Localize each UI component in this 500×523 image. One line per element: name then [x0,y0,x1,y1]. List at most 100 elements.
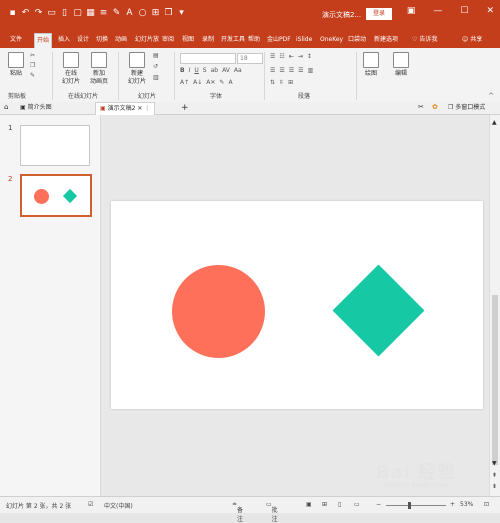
tab-islide[interactable]: iSlide [294,33,314,47]
new-anim-page-button[interactable]: 新加 动画页 [86,52,112,86]
tab-record[interactable]: 录制 [200,33,216,47]
increase-indent-icon[interactable]: ⇥ [298,53,303,60]
home-icon[interactable]: ⌂ [4,103,8,111]
strikethrough-icon[interactable]: S [203,67,207,74]
doc-tab-intro[interactable]: ▣ 简介头图 [16,102,56,114]
decrease-indent-icon[interactable]: ⇤ [289,53,294,60]
diamond-shape[interactable] [332,264,425,357]
fit-slide-icon[interactable]: ⊡ [484,501,489,508]
change-case-icon[interactable]: Aa [234,67,242,74]
align-right-icon[interactable]: ☰ [289,67,294,74]
tab-developer[interactable]: 开发工具 [219,33,247,47]
notes-button[interactable]: ≐ 备注 [232,501,243,523]
scroll-up-icon[interactable]: ▲ [492,119,497,126]
char-spacing-icon[interactable]: AV [222,67,230,74]
next-slide-icon[interactable]: ⇟ [492,483,497,490]
collapse-ribbon-icon[interactable]: ^ [488,92,494,100]
tab-home[interactable]: 开始 [34,33,53,48]
italic-icon[interactable]: I [189,67,191,74]
layout-icon[interactable]: ▤ [153,52,159,59]
comments-button[interactable]: ▭ 批注 [266,501,278,523]
tab-review[interactable]: 审阅 [160,33,176,47]
maximize-icon[interactable]: ☐ [460,6,468,16]
tab-file[interactable]: 文件 [8,33,24,47]
font-name-field[interactable] [180,53,236,64]
sorter-view-icon[interactable]: ⊞ [322,501,327,508]
tab-onekey[interactable]: OneKey [318,33,345,47]
language-label[interactable]: 中文(中国) [104,501,133,510]
reset-icon[interactable]: ↺ [153,63,159,70]
current-slide[interactable] [111,201,483,409]
align-icon[interactable]: ≡ [99,7,108,19]
tab-new-options[interactable]: 新建选项 [372,33,400,47]
columns-icon[interactable]: ▥ [308,67,314,74]
tab-help[interactable]: 帮助 [246,33,262,47]
close-tab-icon[interactable]: ✕ ⋮ [137,105,150,112]
zoom-out-icon[interactable]: − [376,501,381,508]
ribbon-display-icon[interactable]: ▣ [407,6,416,16]
normal-view-icon[interactable]: ▣ [306,501,312,508]
pen-icon[interactable]: ✎ [112,7,121,19]
thumbnail-slide-1[interactable] [20,125,90,166]
text-direction-icon[interactable]: ⇅ [270,79,275,86]
highlight-icon[interactable]: ✎ [219,79,224,86]
vertical-scrollbar[interactable]: ▲ ▼ ⇞ ⇟ [489,115,500,496]
drawing-button[interactable]: 绘图 [360,52,382,78]
tab-animations[interactable]: 动画 [113,33,129,47]
align-text-icon[interactable]: ⇳ [279,79,284,86]
line-spacing-icon[interactable]: ↕ [307,53,312,60]
table-icon[interactable]: ▦ [86,7,95,19]
online-slides-button[interactable]: 在线 幻灯片 [58,52,84,86]
tab-kingsoft-pdf[interactable]: 金山PDF [265,33,293,47]
prev-slide-icon[interactable]: ⇞ [492,472,497,479]
pin-icon[interactable]: ✂ [418,103,424,111]
copy-icon[interactable]: ❐ [164,7,173,19]
shrink-font-icon[interactable]: A↓ [193,79,202,86]
spellcheck-icon[interactable]: ☑ [88,501,93,508]
bold-icon[interactable]: B [180,67,185,74]
tab-transitions[interactable]: 切换 [94,33,110,47]
zoom-slider-thumb[interactable] [408,502,411,509]
justify-icon[interactable]: ☰ [298,67,303,74]
clear-format-icon[interactable]: A✕ [206,79,215,86]
doc-tab-presentation2[interactable]: ▣ 演示文稿2 ✕ ⋮ [95,102,156,115]
paste-button[interactable]: 粘贴 [6,52,26,78]
zoom-level[interactable]: 53% [460,501,473,508]
more-icon[interactable]: ▾ [177,7,186,19]
smartart-icon[interactable]: ⊞ [288,79,293,86]
font-size-field[interactable]: 18 [237,53,263,64]
tell-me-search[interactable]: ♡ 告诉我 [410,33,439,47]
circle-shape[interactable] [172,265,265,358]
undo-icon[interactable]: ↶ [21,7,30,19]
align-left-icon[interactable]: ☰ [270,67,275,74]
font-color-icon[interactable]: A [228,79,232,86]
tab-design[interactable]: 设计 [75,33,91,47]
tab-slideshow[interactable]: 幻灯片放 [133,33,161,47]
save-icon[interactable]: ▪ [8,7,17,19]
align-center-icon[interactable]: ☰ [279,67,284,74]
share-button[interactable]: ☺ 共享 [460,33,484,47]
grow-font-icon[interactable]: A↑ [180,79,189,86]
reading-view-icon[interactable]: ▯ [338,501,341,508]
scroll-down-icon[interactable]: ▼ [492,460,497,467]
settings-icon[interactable]: ✿ [432,103,438,111]
copy-format-icon[interactable]: ❐ [30,62,35,69]
font-color-icon[interactable]: A [125,7,134,19]
close-icon[interactable]: ✕ [486,6,494,16]
thumbnail-slide-2[interactable] [20,174,92,217]
underline-icon[interactable]: U [194,67,198,74]
new-doc-icon[interactable]: ▯ [60,7,69,19]
section-icon[interactable]: ▥ [153,74,159,81]
zoom-slider[interactable] [386,505,446,506]
tab-pocket-anim[interactable]: 口袋动 [346,33,368,47]
open-icon[interactable]: ▢ [73,7,82,19]
tab-insert[interactable]: 插入 [56,33,72,47]
multiwindow-button[interactable]: ❐ 多窗口模式 [444,102,489,114]
minimize-icon[interactable]: — [433,6,442,16]
scroll-thumb[interactable] [492,295,498,465]
tab-view[interactable]: 视图 [180,33,196,47]
present-icon[interactable]: ▭ [47,7,56,19]
circle-shape-icon[interactable]: ○ [138,7,147,19]
grid-icon[interactable]: ⊞ [151,7,160,19]
add-tab-button[interactable]: + [177,102,193,114]
